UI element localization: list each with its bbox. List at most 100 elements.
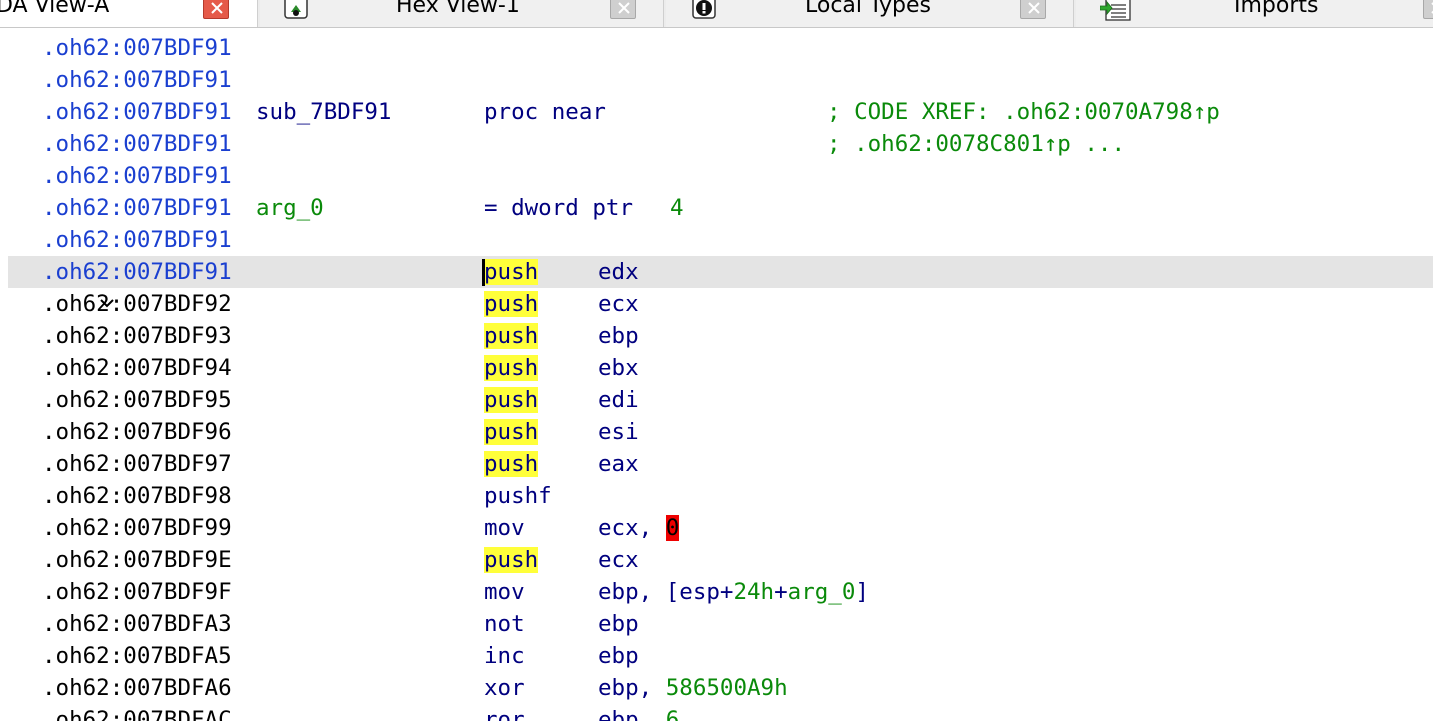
listing-line[interactable]: .oh62:007BDFA5 inc ebp xyxy=(0,640,1433,672)
disassembly-listing[interactable]: .oh62:007BDF91 .oh62:007BDF91 .oh62:007B… xyxy=(0,28,1433,721)
address: .oh62:007BDF92 xyxy=(42,291,232,317)
listing-line[interactable]: .oh62:007BDF91 xyxy=(0,32,1433,64)
plus-sign: + xyxy=(774,579,788,605)
address: .oh62:007BDFA3 xyxy=(42,611,232,637)
operand[interactable]: edx xyxy=(598,256,639,288)
address: .oh62:007BDF91 xyxy=(42,163,232,189)
mnemonic-text: push xyxy=(484,451,539,477)
operand[interactable]: eax xyxy=(598,448,639,480)
operand[interactable]: ebp, 6 xyxy=(598,704,679,721)
xref-comment[interactable]: ; .oh62:0078C801↑p ... xyxy=(827,128,1125,160)
operand[interactable]: ebp, [esp+24h+arg_0] xyxy=(598,576,869,608)
listing-line[interactable]: .oh62:007BDFAC ror ebp, 6 xyxy=(0,704,1433,721)
address: .oh62:007BDF91 xyxy=(42,35,232,61)
tab-ida-view-a[interactable]: DA View-A xyxy=(0,0,258,27)
operand[interactable]: ecx xyxy=(598,288,639,320)
operand[interactable]: ebp xyxy=(598,320,639,352)
mnemonic[interactable]: push xyxy=(484,416,539,448)
mnemonic[interactable]: push xyxy=(484,448,539,480)
mnemonic[interactable]: push xyxy=(484,544,539,576)
listing-line[interactable]: .oh62:007BDF99 mov ecx, 0 xyxy=(0,512,1433,544)
mnemonic-text: push xyxy=(484,387,539,413)
mnemonic[interactable]: xor xyxy=(484,672,525,704)
operand[interactable]: ebp xyxy=(598,640,639,672)
hex-view-icon xyxy=(284,0,308,20)
mnemonic[interactable]: pushf xyxy=(484,480,552,512)
chevron-down-icon[interactable] xyxy=(16,256,114,308)
listing-line[interactable]: .oh62:007BDF98 pushf xyxy=(0,480,1433,512)
mnemonic[interactable]: push xyxy=(484,384,539,416)
address: .oh62:007BDFAC xyxy=(42,707,232,721)
register-operand: ebp, xyxy=(598,675,666,701)
listing-line[interactable]: .oh62:007BDF91 xyxy=(0,64,1433,96)
local-types-icon xyxy=(692,0,716,20)
immediate-operand: 586500A9h xyxy=(665,675,788,701)
operand[interactable]: ecx xyxy=(598,544,639,576)
mnemonic[interactable]: inc xyxy=(484,640,525,672)
address: .oh62:007BDF91 xyxy=(42,195,232,221)
listing-line[interactable]: .oh62:007BDF95 push edi xyxy=(0,384,1433,416)
listing-line[interactable]: .oh62:007BDF91 ; .oh62:0078C801↑p ... xyxy=(0,128,1433,160)
mnemonic[interactable]: not xyxy=(484,608,525,640)
listing-line[interactable]: .oh62:007BDF93 push ebp xyxy=(0,320,1433,352)
operand[interactable]: ecx, 0 xyxy=(598,512,680,544)
address: .oh62:007BDF91 xyxy=(42,227,232,253)
mnemonic[interactable]: mov xyxy=(484,512,525,544)
tab-imports[interactable]: Imports xyxy=(1076,0,1433,27)
mnemonic[interactable]: push xyxy=(484,320,539,352)
mnemonic-text: push xyxy=(484,291,539,317)
listing-line[interactable]: .oh62:007BDF9F mov ebp, [esp+24h+arg_0] xyxy=(0,576,1433,608)
immediate-operand: 24h xyxy=(733,579,775,605)
listing-line[interactable]: .oh62:007BDF91 arg_0 = dword ptr 4 xyxy=(0,192,1433,224)
mnemonic[interactable]: push xyxy=(484,352,539,384)
address: .oh62:007BDF94 xyxy=(42,355,232,381)
stack-var-type: = dword ptr xyxy=(484,195,634,221)
operand[interactable]: edi xyxy=(598,384,639,416)
function-name[interactable]: sub_7BDF91 xyxy=(256,96,391,128)
mnemonic-text: push xyxy=(484,323,539,349)
stack-var-ref[interactable]: arg_0 xyxy=(788,579,856,605)
operand[interactable]: ebp, 586500A9h xyxy=(598,672,788,704)
mnemonic[interactable]: push xyxy=(484,288,539,320)
listing-line[interactable]: .oh62:007BDF97 push eax xyxy=(0,448,1433,480)
listing-line[interactable]: .oh62:007BDF91 xyxy=(0,160,1433,192)
address: .oh62:007BDFA5 xyxy=(42,643,232,669)
mnemonic-text: push xyxy=(484,419,539,445)
listing-line[interactable]: .oh62:007BDF9E push ecx xyxy=(0,544,1433,576)
address: .oh62:007BDF91 xyxy=(42,131,232,157)
mnemonic[interactable]: push xyxy=(482,256,539,288)
operand[interactable]: ebp xyxy=(598,608,639,640)
close-icon[interactable] xyxy=(1423,0,1433,19)
listing-line[interactable]: .oh62:007BDF91 sub_7BDF91 proc near ; CO… xyxy=(0,96,1433,128)
xref-comment[interactable]: ; CODE XREF: .oh62:0070A798↑p xyxy=(827,96,1220,128)
register-operand: ebp, xyxy=(598,707,666,721)
listing-line[interactable]: .oh62:007BDF94 push ebx xyxy=(0,352,1433,384)
tab-hex-view-1[interactable]: Hex View-1 xyxy=(260,0,664,27)
listing-line[interactable]: .oh62:007BDFA6 xor ebp, 586500A9h xyxy=(0,672,1433,704)
register-operand: ebp, [esp+ xyxy=(598,579,734,605)
address: .oh62:007BDF91 xyxy=(42,67,232,93)
address: .oh62:007BDF91 xyxy=(42,259,232,285)
stack-var-name[interactable]: arg_0 xyxy=(256,192,324,224)
listing-line[interactable]: .oh62:007BDFA3 not ebp xyxy=(0,608,1433,640)
address: .oh62:007BDF93 xyxy=(42,323,232,349)
tab-label: Hex View-1 xyxy=(396,0,520,18)
listing-line[interactable]: .oh62:007BDF91 xyxy=(0,224,1433,256)
address: .oh62:007BDF99 xyxy=(42,515,232,541)
tab-label: DA View-A xyxy=(0,0,110,18)
close-icon[interactable] xyxy=(203,0,229,19)
listing-line[interactable]: .oh62:007BDF92 push ecx xyxy=(0,288,1433,320)
operand[interactable]: ebx xyxy=(598,352,639,384)
tab-local-types[interactable]: Local Types xyxy=(666,0,1074,27)
mnemonic[interactable]: mov xyxy=(484,576,525,608)
operand[interactable]: esi xyxy=(598,416,639,448)
stack-var-offset: 4 xyxy=(670,195,684,221)
current-listing-line[interactable]: .oh62:007BDF91 push edx xyxy=(8,256,1433,308)
close-icon[interactable] xyxy=(1020,0,1046,19)
mnemonic[interactable]: ror xyxy=(484,704,525,721)
tab-label: Imports xyxy=(1234,0,1319,18)
address: .oh62:007BDF9F xyxy=(42,579,232,605)
listing-line[interactable]: .oh62:007BDF96 push esi xyxy=(0,416,1433,448)
close-icon[interactable] xyxy=(610,0,636,19)
tab-label: Local Types xyxy=(805,0,932,18)
